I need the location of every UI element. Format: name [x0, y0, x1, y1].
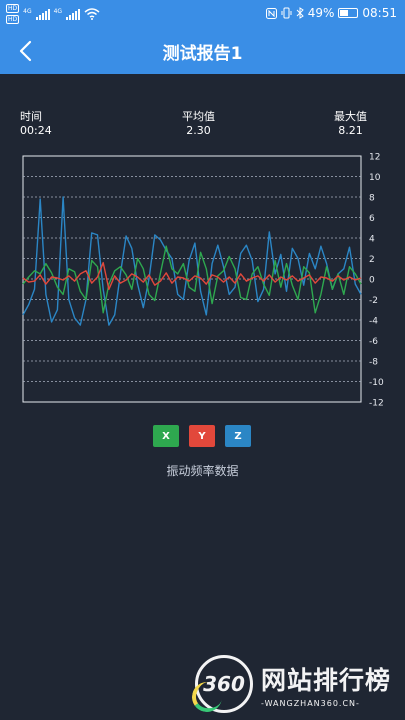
battery-fill: [340, 10, 349, 16]
chart-caption: 振动频率数据: [166, 464, 239, 478]
series-line-y: [22, 261, 362, 291]
hd-badges: HD HD: [6, 4, 20, 24]
stat-time-label: 时间: [20, 110, 42, 123]
stat-time: 时间 00:24: [20, 110, 52, 138]
wifi-icon: [84, 8, 100, 20]
y-tick-label: 4: [369, 235, 375, 245]
signal-icon-2: [66, 8, 81, 20]
y-tick-label: -4: [369, 317, 378, 327]
watermark-subtitle: -WANGZHAN360.CN-: [261, 698, 360, 708]
toggle-z-button[interactable]: Z: [225, 425, 251, 447]
y-tick-label: -2: [369, 296, 378, 306]
vibration-chart: 12 10 8 6 4 2 0 -2 -4 -6 -8 -10 -12: [0, 150, 405, 412]
hd-badge-1: HD: [6, 4, 20, 13]
watermark-logo: 360: [189, 655, 253, 715]
page-title: 测试报告1: [162, 44, 243, 64]
status-left: HD HD 4G 4G: [6, 4, 100, 24]
y-tick-label: 2: [369, 255, 375, 265]
watermark-text: 网站排行榜 -WANGZHAN360.CN-: [261, 661, 391, 708]
stat-average-value: 2.30: [186, 124, 211, 137]
stat-average: 平均值 2.30: [182, 110, 215, 138]
network-type-2: 4G: [53, 7, 63, 15]
y-tick-label: -12: [369, 399, 384, 409]
stat-average-label: 平均值: [182, 110, 215, 123]
nav-bar: 测试报告1: [0, 28, 405, 74]
status-bar: HD HD 4G 4G 49% 08:51: [0, 0, 405, 28]
stat-time-value: 00:24: [20, 124, 52, 137]
stat-max-value: 8.21: [338, 124, 363, 137]
series-line-z: [22, 196, 362, 326]
battery-percent: 49%: [307, 6, 335, 20]
y-tick-label: 0: [369, 276, 375, 286]
y-tick-label: 12: [369, 153, 380, 163]
y-tick-label: -6: [369, 337, 378, 347]
battery-icon: [338, 8, 359, 18]
vibrate-icon: [281, 7, 292, 19]
toggle-x-button[interactable]: X: [153, 425, 179, 447]
y-tick-label: -8: [369, 358, 378, 368]
nfc-icon: [265, 7, 277, 19]
network-type-1: 4G: [23, 7, 32, 15]
stat-max-label: 最大值: [334, 110, 367, 123]
status-time: 08:51: [362, 6, 397, 20]
hd-badge-2: HD: [6, 15, 20, 24]
chart-svg: 12 10 8 6 4 2 0 -2 -4 -6 -8 -10 -12: [22, 153, 384, 409]
y-tick-label: 10: [369, 173, 381, 183]
watermark: 360 网站排行榜 -WANGZHAN360.CN-: [189, 655, 391, 715]
status-right: 49% 08:51: [265, 6, 397, 20]
watermark-title: 网站排行榜: [261, 665, 392, 695]
series-toggle-group: X Y Z: [153, 425, 251, 447]
y-tick-label: 6: [369, 214, 375, 224]
stat-max: 最大值 8.21: [334, 110, 367, 138]
signal-icon: [35, 8, 50, 20]
y-tick-label: -10: [369, 378, 384, 388]
y-tick-label: 8: [369, 194, 375, 204]
toggle-y-button[interactable]: Y: [189, 425, 215, 447]
bluetooth-icon: [296, 7, 304, 19]
